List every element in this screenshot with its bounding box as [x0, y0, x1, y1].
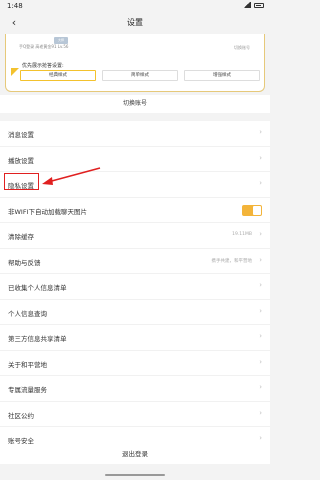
annotation-highlight-box	[4, 173, 39, 190]
menu-item-third-party-sharing[interactable]: 第三方信息共享清单 ›	[0, 325, 270, 351]
nav-bar: ‹ 设置	[0, 12, 270, 34]
menu-item-collected-info[interactable]: 已收集个人信息清单 ›	[0, 274, 270, 300]
menu-item-label: 消息设置	[8, 131, 34, 139]
chevron-right-icon: ›	[259, 357, 262, 366]
menu-item-label: 专属流量服务	[8, 386, 47, 394]
menu-item-personal-info-query[interactable]: 个人信息查询 ›	[0, 300, 270, 325]
menu-item-label: 关于和平营地	[8, 360, 47, 369]
chevron-right-icon: ›	[259, 230, 262, 238]
annotation-arrow	[42, 167, 101, 185]
check-icon	[11, 68, 19, 76]
help-subtitle: 携手共建，和平营地	[211, 258, 253, 264]
logout-button[interactable]: 退出登录	[0, 444, 270, 464]
chevron-right-icon: ›	[259, 281, 262, 289]
menu-item-label: 播放设置	[8, 156, 34, 165]
menu-item-about[interactable]: 关于和平营地 ›	[0, 351, 270, 376]
menu-item-label: 社区公约	[8, 411, 34, 420]
menu-item-message-settings[interactable]: 消息设置 ›	[0, 121, 270, 147]
menu-item-label: 帮助与反馈	[8, 258, 41, 267]
battery-icon	[254, 2, 264, 8]
chevron-right-icon: ›	[259, 383, 262, 391]
auto-load-toggle[interactable]	[242, 204, 262, 216]
switch-account-button[interactable]: 切换账号	[0, 95, 270, 113]
status-icons	[243, 2, 264, 8]
rank-badge: 大师	[54, 37, 68, 44]
chevron-right-icon: ›	[259, 306, 262, 315]
status-time: 1:48	[7, 2, 23, 10]
menu-item-help-feedback[interactable]: 帮助与反馈 携手共建，和平营地 ›	[0, 249, 270, 274]
menu-item-label: 非WIFI下自动加载聊天图片	[8, 207, 87, 216]
signal-icon	[243, 2, 251, 8]
card-switch-link[interactable]: 切换账号	[234, 45, 250, 51]
style-option-simple[interactable]: 简单样式	[102, 70, 178, 81]
page-title: 设置	[127, 18, 143, 27]
style-option-enhanced[interactable]: 增强样式	[184, 70, 260, 81]
chevron-right-icon: ›	[259, 255, 262, 264]
status-bar: 1:48	[0, 0, 270, 12]
menu-item-label: 清除缓存	[8, 233, 34, 241]
home-indicator[interactable]	[105, 474, 165, 476]
menu-item-label: 已收集个人信息清单	[8, 284, 67, 292]
profile-line: 手Q登录 高老黄金91 Lv.56	[19, 44, 69, 49]
menu-item-data-service[interactable]: 专属流量服务 ›	[0, 376, 270, 402]
chevron-right-icon: ›	[259, 179, 262, 187]
menu-item-label: 个人信息查询	[8, 309, 47, 318]
cache-size: 19.11MB	[232, 232, 252, 237]
style-label: 优先展示抢答设置:	[22, 63, 64, 69]
menu-item-clear-cache[interactable]: 清除缓存 19.11MB ›	[0, 223, 270, 249]
chevron-right-icon: ›	[259, 332, 262, 340]
menu-item-auto-load-images: 非WIFI下自动加载聊天图片	[0, 198, 270, 223]
chevron-right-icon: ›	[259, 128, 262, 136]
style-option-classic[interactable]: 经典样式	[20, 70, 96, 81]
style-options: 经典样式 简单样式 增强样式	[20, 70, 260, 81]
system-nav-bar	[0, 470, 270, 480]
menu-item-community-rules[interactable]: 社区公约 ›	[0, 402, 270, 427]
chevron-right-icon: ›	[259, 408, 262, 417]
chevron-right-icon: ›	[259, 153, 262, 162]
menu-item-label: 第三方信息共享清单	[8, 335, 67, 343]
profile-card: 大师 手Q登录 高老黄金91 Lv.56 切换账号 优先展示抢答设置: 经典样式…	[5, 34, 265, 92]
chevron-right-icon: ›	[259, 434, 262, 442]
